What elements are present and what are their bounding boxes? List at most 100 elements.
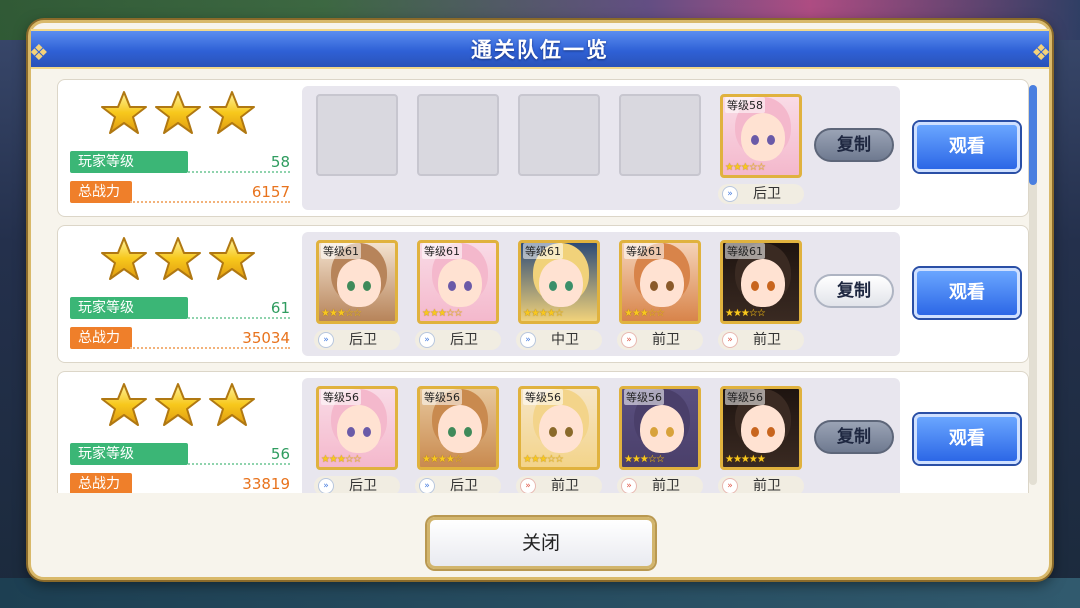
character-face (438, 405, 482, 453)
total-power-label: 总战力 (70, 327, 132, 349)
team-row: 玩家等级 58 总战力 6157 等级58 ★★★☆☆ » 后卫 复制 观看 (57, 79, 1029, 217)
star-icon (100, 382, 148, 428)
total-power-stat: 总战力 35034 (70, 327, 290, 349)
team-members: 等级58 ★★★☆☆ » 后卫 (302, 86, 900, 210)
character-portrait[interactable]: 等级56 ★★★☆☆ (316, 386, 398, 470)
close-button[interactable]: 关闭 (427, 517, 655, 569)
member-slot[interactable]: 等级56 ★★★☆☆ » 后卫 (314, 386, 400, 493)
rarity-stars-icon: ★★★☆☆ (422, 308, 463, 319)
player-level-stat: 玩家等级 56 (70, 443, 290, 465)
character-face (640, 259, 684, 307)
position-chevron-icon: » (621, 478, 637, 493)
character-level: 等级58 (725, 97, 765, 113)
member-slot[interactable]: 等级56 ★★★★☆ » 后卫 (415, 386, 501, 493)
character-portrait[interactable]: 等级61 ★★★☆☆ (417, 240, 499, 324)
character-level: 等级61 (422, 243, 462, 259)
position-label: 前卫 (551, 478, 579, 493)
position-label: 前卫 (753, 478, 781, 493)
position-tag: » 前卫 (718, 330, 804, 350)
player-level-value: 61 (270, 299, 290, 317)
character-portrait[interactable]: 等级56 ★★★☆☆ (619, 386, 701, 470)
character-portrait[interactable]: 等级61 ★★★☆☆ (316, 240, 398, 324)
character-level: 等级61 (523, 243, 563, 259)
clear-stars (100, 236, 256, 282)
rarity-stars-icon: ★★★☆☆ (624, 454, 665, 465)
position-label: 中卫 (551, 332, 579, 348)
position-chevron-icon: » (722, 332, 738, 348)
character-level: 等级56 (321, 389, 361, 405)
character-face (539, 259, 583, 307)
character-portrait[interactable]: 等级61 ★★★★☆ (518, 240, 600, 324)
position-tag: » 前卫 (617, 476, 703, 493)
position-chevron-icon: » (318, 478, 334, 493)
corner-ornament-icon: ❖ (1031, 41, 1051, 66)
position-tag: » 后卫 (415, 476, 501, 493)
background-menu-bar (0, 578, 1080, 608)
rarity-stars-icon: ★★★☆☆ (624, 308, 665, 319)
total-power-stat: 总战力 33819 (70, 473, 290, 493)
member-slot[interactable]: 等级56 ★★★★★ » 前卫 (718, 386, 804, 493)
rarity-stars-icon: ★★★★☆ (422, 454, 463, 465)
position-tag: » 后卫 (314, 330, 400, 350)
character-portrait[interactable]: 等级61 ★★★☆☆ (619, 240, 701, 324)
character-portrait[interactable]: 等级58 ★★★☆☆ (720, 94, 802, 178)
member-slot (518, 94, 600, 176)
position-chevron-icon: » (722, 186, 738, 202)
character-portrait[interactable]: 等级56 ★★★☆☆ (518, 386, 600, 470)
member-slot[interactable]: 等级61 ★★★☆☆ » 前卫 (718, 240, 804, 350)
star-icon (154, 236, 202, 282)
position-label: 前卫 (652, 332, 680, 348)
character-portrait[interactable]: 等级56 ★★★★★ (720, 386, 802, 470)
position-label: 后卫 (450, 332, 478, 348)
character-face (337, 259, 381, 307)
copy-button[interactable]: 复制 (814, 128, 894, 162)
position-tag: » 中卫 (516, 330, 602, 350)
character-level: 等级61 (321, 243, 361, 259)
watch-button[interactable]: 观看 (914, 414, 1020, 464)
star-icon (208, 90, 256, 136)
character-face (337, 405, 381, 453)
member-slot (619, 94, 701, 176)
position-label: 后卫 (349, 478, 377, 493)
team-row: 玩家等级 56 总战力 33819 等级56 ★★★☆☆» 后卫 等级56 ★★★★☆» 后卫 等级… (57, 371, 1029, 493)
clear-stars (100, 90, 256, 136)
character-level: 等级61 (624, 243, 664, 259)
rarity-stars-icon: ★★★☆☆ (725, 308, 766, 319)
total-power-value: 35034 (242, 329, 290, 347)
member-slot[interactable]: 等级61 ★★★☆☆ » 后卫 (415, 240, 501, 350)
watch-button[interactable]: 观看 (914, 122, 1020, 172)
rarity-stars-icon: ★★★☆☆ (321, 454, 362, 465)
member-slot[interactable]: 等级58 ★★★☆☆ » 后卫 (718, 94, 804, 204)
team-row: 玩家等级 61 总战力 35034 等级61 ★★★☆☆» 后卫 等级61 ★★★☆☆» 后卫 等级… (57, 225, 1029, 363)
member-slot[interactable]: 等级56 ★★★☆☆ » 前卫 (617, 386, 703, 493)
member-slot (316, 94, 398, 176)
position-tag: » 前卫 (516, 476, 602, 493)
position-chevron-icon: » (621, 332, 637, 348)
character-level: 等级56 (523, 389, 563, 405)
rarity-stars-icon: ★★★★☆ (523, 308, 564, 319)
team-members: 等级56 ★★★☆☆» 后卫 等级56 ★★★★☆» 后卫 等级56 ★★★☆☆» 前卫 等级56… (302, 378, 900, 493)
scrollbar-thumb[interactable] (1029, 85, 1037, 185)
character-portrait[interactable]: 等级61 ★★★☆☆ (720, 240, 802, 324)
member-slot (417, 94, 499, 176)
copy-button[interactable]: 复制 (814, 274, 894, 308)
character-face (539, 405, 583, 453)
copy-button[interactable]: 复制 (814, 420, 894, 454)
player-level-label: 玩家等级 (70, 151, 188, 173)
member-slot[interactable]: 等级61 ★★★★☆ » 中卫 (516, 240, 602, 350)
position-chevron-icon: » (520, 332, 536, 348)
scrollbar[interactable] (1029, 85, 1037, 485)
position-chevron-icon: » (722, 478, 738, 493)
member-slot[interactable]: 等级61 ★★★☆☆ » 前卫 (617, 240, 703, 350)
rarity-stars-icon: ★★★☆☆ (725, 162, 766, 173)
character-portrait[interactable]: 等级56 ★★★★☆ (417, 386, 499, 470)
team-list[interactable]: 玩家等级 58 总战力 6157 等级58 ★★★☆☆» 后卫 复制 观看 玩家等级 61 总战力 35… (57, 79, 1029, 493)
clear-teams-dialog: ❖ 通关队伍一览 ❖ 玩家等级 58 总战力 6157 等级58 ★★★☆☆» 后卫 复制 观看… (28, 20, 1052, 580)
total-power-value: 6157 (251, 183, 290, 201)
character-face (438, 259, 482, 307)
watch-button[interactable]: 观看 (914, 268, 1020, 318)
character-face (640, 405, 684, 453)
member-slot[interactable]: 等级56 ★★★☆☆ » 前卫 (516, 386, 602, 493)
position-tag: » 后卫 (718, 184, 804, 204)
member-slot[interactable]: 等级61 ★★★☆☆ » 后卫 (314, 240, 400, 350)
